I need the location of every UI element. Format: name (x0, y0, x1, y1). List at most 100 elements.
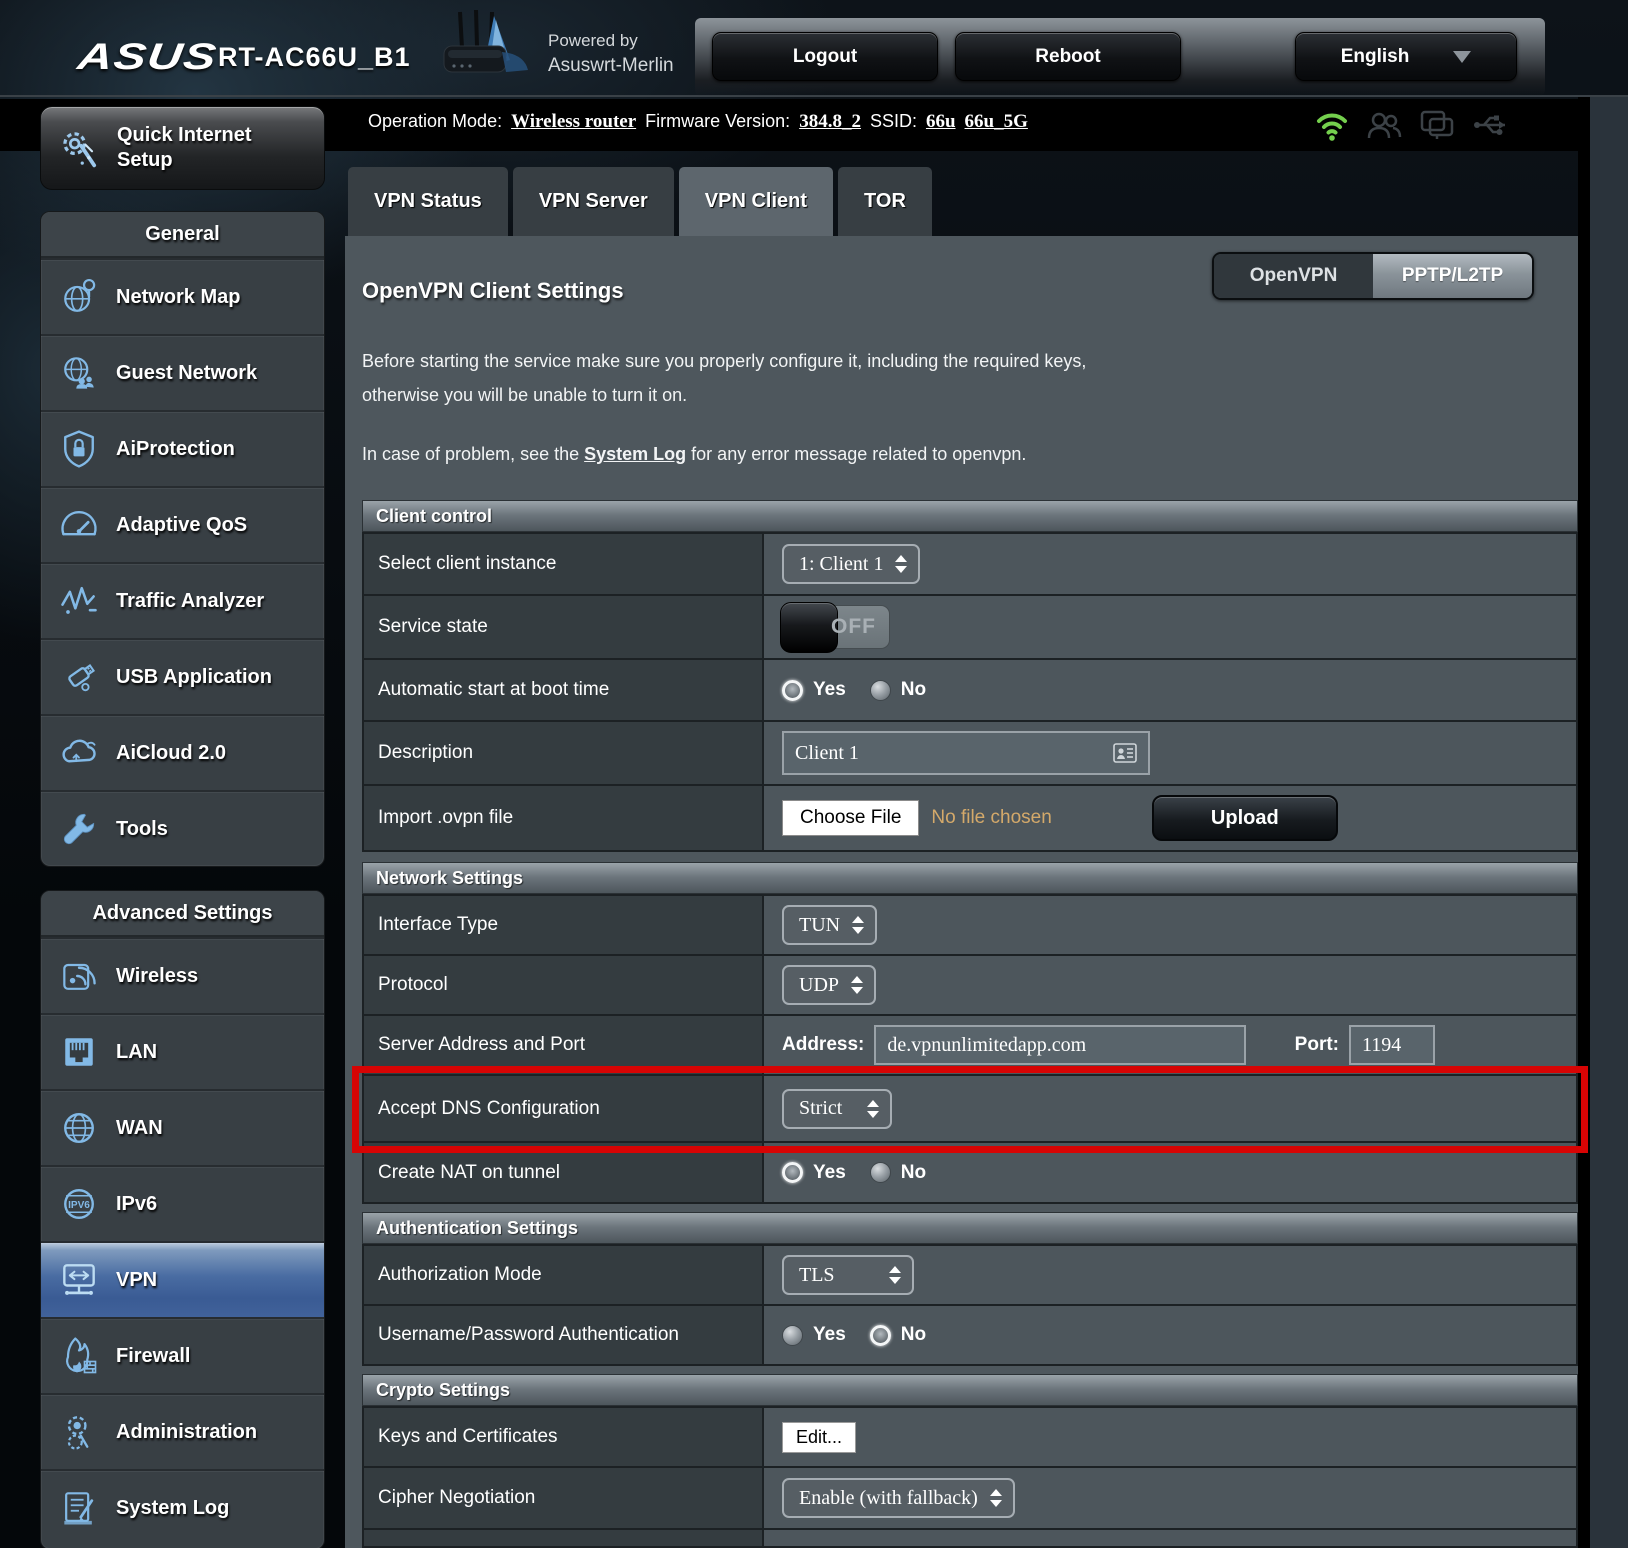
create-nat-yes-radio[interactable] (782, 1162, 803, 1183)
toggle-off-label: OFF (831, 615, 876, 639)
ipv6-icon: IPV6 (57, 1182, 101, 1226)
sidebar-item-label: IPv6 (116, 1193, 157, 1216)
client-instance-select[interactable]: 1: Client 1 (782, 544, 920, 584)
tab-vpn-server[interactable]: VPN Server (513, 167, 674, 236)
userpass-yes-radio[interactable] (782, 1325, 803, 1346)
row-service-state: Service state OFF (362, 596, 1578, 660)
operation-mode-link[interactable]: Wireless router (511, 111, 636, 133)
row-label: Service state (364, 596, 764, 658)
row-label: Username/Password Authentication (364, 1306, 764, 1364)
select-arrows-icon (889, 1266, 901, 1284)
clients-icon[interactable] (1366, 108, 1402, 142)
toggle-knob (780, 602, 838, 653)
problem-hint: In case of problem, see the System Log f… (362, 444, 1026, 465)
section-header-crypto: Crypto Settings (362, 1374, 1578, 1406)
wifi-status-icon[interactable] (1315, 107, 1349, 143)
logout-button[interactable]: Logout (712, 32, 938, 81)
sidebar-item-aiprotection[interactable]: AiProtection (41, 410, 324, 486)
row-select-client-instance: Select client instance 1: Client 1 (362, 532, 1578, 596)
usb-icon[interactable] (1472, 110, 1510, 140)
ssid-label: SSID: (870, 111, 917, 132)
description-input[interactable]: Client 1 (782, 731, 1150, 775)
sidebar-item-traffic-analyzer[interactable]: Traffic Analyzer (41, 562, 324, 638)
choose-file-button[interactable]: Choose File (782, 800, 919, 836)
firmware-version-link[interactable]: 384.8_2 (799, 111, 861, 133)
edit-keys-button[interactable]: Edit... (782, 1422, 856, 1453)
tab-tor[interactable]: TOR (838, 167, 932, 236)
client-instance-value: 1: Client 1 (799, 553, 883, 576)
port-label: Port: (1295, 1034, 1339, 1056)
upload-button[interactable]: Upload (1152, 795, 1338, 841)
contact-card-icon[interactable] (1113, 743, 1137, 763)
system-log-icon (57, 1486, 101, 1530)
cipher-negotiation-value: Enable (with fallback) (799, 1487, 978, 1510)
sidebar-item-label: LAN (116, 1041, 157, 1064)
pptp-l2tp-type-button[interactable]: PPTP/L2TP (1373, 254, 1532, 298)
accept-dns-select[interactable]: Strict (782, 1089, 892, 1129)
operation-mode-label: Operation Mode: (368, 111, 502, 132)
quick-setup-icon (53, 122, 105, 174)
ssid-24g-link[interactable]: 66u (926, 111, 956, 133)
powered-by-line1: Powered by (548, 28, 674, 53)
sidebar-item-system-log[interactable]: System Log (41, 1469, 324, 1545)
server-address-input[interactable] (874, 1025, 1246, 1065)
firewall-icon (57, 1334, 101, 1378)
sidebar-item-vpn[interactable]: VPN (41, 1241, 324, 1317)
language-label: English (1341, 46, 1410, 68)
settings-table: Client control Select client instance 1:… (362, 500, 1578, 1548)
sidebar-item-ipv6[interactable]: IPV6 IPv6 (41, 1165, 324, 1241)
sidebar-item-network-map[interactable]: Network Map (41, 258, 324, 334)
cipher-negotiation-select[interactable]: Enable (with fallback) (782, 1478, 1015, 1518)
ssid-5g-link[interactable]: 66u_5G (965, 111, 1028, 133)
row-accept-dns-configuration-highlighted: Accept DNS Configuration Strict (362, 1076, 1578, 1143)
userpass-no-radio[interactable] (870, 1325, 891, 1346)
row-label: Description (364, 722, 764, 784)
svg-text:IPV6: IPV6 (68, 1200, 90, 1211)
sidebar-item-lan[interactable]: LAN (41, 1013, 324, 1089)
quick-internet-setup-button[interactable]: Quick Internet Setup (40, 106, 325, 190)
select-arrows-icon (990, 1489, 1002, 1507)
row-label: Protocol (364, 956, 764, 1014)
auto-start-yes-radio[interactable] (782, 680, 803, 701)
language-dropdown[interactable]: English (1295, 32, 1517, 81)
intro-text: Before starting the service make sure yo… (362, 344, 1086, 412)
row-label: Import .ovpn file (364, 786, 764, 850)
router-admin-page: ASUS RT-AC66U_B1 Powered by Asuswrt-Merl… (0, 0, 1628, 1548)
advanced-nav-group: Advanced Settings Wireless (40, 890, 325, 1548)
clone-devices-icon[interactable] (1419, 108, 1455, 142)
row-keys-certificates: Keys and Certificates Edit... (362, 1406, 1578, 1468)
sidebar-item-wireless[interactable]: Wireless (41, 937, 324, 1013)
interface-type-select[interactable]: TUN (782, 905, 877, 945)
file-status-text: No file chosen (931, 807, 1051, 829)
create-nat-no-radio[interactable] (870, 1162, 891, 1183)
system-log-link[interactable]: System Log (584, 444, 686, 464)
reboot-button[interactable]: Reboot (955, 32, 1181, 81)
auto-start-no-radio[interactable] (870, 680, 891, 701)
right-gutter (1578, 97, 1628, 1548)
sidebar-item-tools[interactable]: Tools (41, 790, 324, 866)
tab-vpn-client[interactable]: VPN Client (679, 167, 833, 236)
top-banner: ASUS RT-AC66U_B1 Powered by Asuswrt-Merl… (0, 0, 1628, 97)
vpn-client-panel: OpenVPN PPTP/L2TP OpenVPN Client Setting… (345, 236, 1578, 1548)
row-protocol: Protocol UDP (362, 956, 1578, 1016)
sidebar-item-wan[interactable]: WAN (41, 1089, 324, 1165)
general-nav-group: General Network Map (40, 211, 325, 867)
sidebar-item-aicloud[interactable]: AiCloud 2.0 (41, 714, 324, 790)
tab-vpn-status[interactable]: VPN Status (348, 167, 508, 236)
sidebar-item-adaptive-qos[interactable]: Adaptive QoS (41, 486, 324, 562)
server-port-input[interactable] (1349, 1025, 1435, 1065)
row-label: Select client instance (364, 534, 764, 594)
service-state-toggle[interactable]: OFF (782, 605, 890, 649)
sidebar-item-guest-network[interactable]: Guest Network (41, 334, 324, 410)
openvpn-type-button[interactable]: OpenVPN (1214, 254, 1373, 298)
sidebar-item-usb-application[interactable]: USB Application (41, 638, 324, 714)
authorization-mode-select[interactable]: TLS (782, 1255, 914, 1295)
sidebar-item-administration[interactable]: Administration (41, 1393, 324, 1469)
select-arrows-icon (895, 555, 907, 573)
vpn-tabs: VPN Status VPN Server VPN Client TOR (348, 167, 932, 236)
sidebar-item-firewall[interactable]: Firewall (41, 1317, 324, 1393)
general-header: General (41, 212, 324, 258)
protocol-select[interactable]: UDP (782, 965, 876, 1005)
auto-start-no-label: No (901, 679, 926, 701)
row-label: Cipher Negotiation (364, 1468, 764, 1528)
